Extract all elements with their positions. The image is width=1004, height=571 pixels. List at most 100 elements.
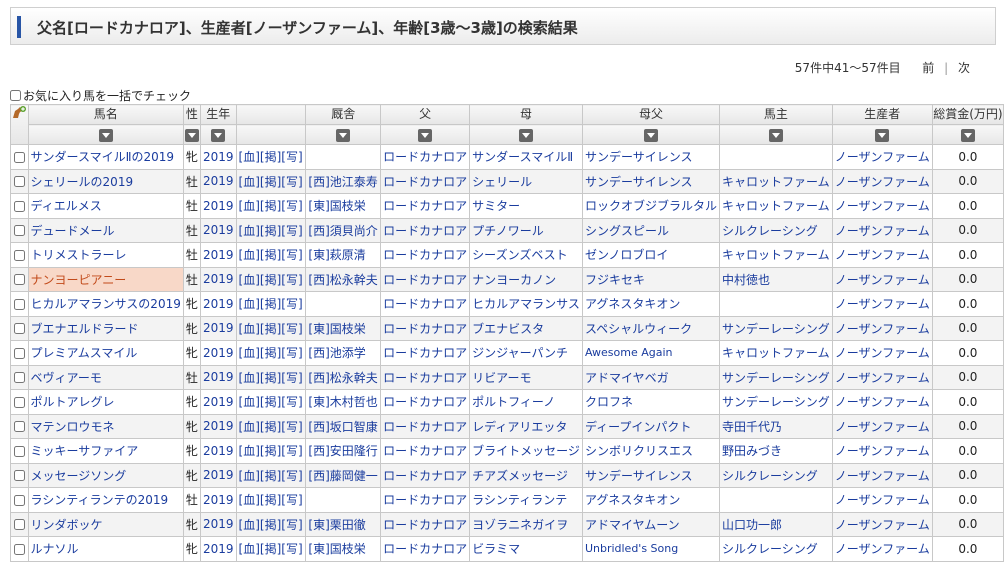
blood-link[interactable]: [血] (239, 444, 260, 458)
favorite-checkbox[interactable] (13, 225, 25, 237)
sort-earnings[interactable] (931, 124, 1004, 145)
post-link[interactable]: [掲] (260, 224, 281, 238)
photo-link[interactable]: [写] (281, 273, 302, 287)
stable-link[interactable]: [東]栗田徹 (308, 518, 365, 532)
horse-name-link[interactable]: ミッキーサファイア (31, 444, 139, 458)
bulk-favorite-checkbox[interactable] (10, 90, 21, 101)
favorite-checkbox[interactable] (13, 421, 25, 433)
blood-link[interactable]: [血] (239, 150, 260, 164)
dam-link[interactable]: ナンヨーカノン (472, 273, 556, 287)
blood-link[interactable]: [血] (239, 542, 260, 556)
sire-link[interactable]: ロードカナロア (383, 273, 467, 287)
sort-sire[interactable] (380, 124, 471, 145)
stable-link[interactable]: [西]安田隆行 (308, 444, 377, 458)
favorite-checkbox[interactable] (13, 372, 25, 384)
dam-link[interactable]: リビアーモ (472, 371, 531, 385)
sort-breeder[interactable] (831, 124, 933, 145)
post-link[interactable]: [掲] (260, 346, 281, 360)
sort-down-icon[interactable] (418, 128, 433, 142)
sort-year[interactable] (199, 124, 237, 145)
broodmare-sire-link[interactable]: シングスピール (585, 224, 669, 238)
photo-link[interactable]: [写] (281, 395, 302, 409)
post-link[interactable]: [掲] (260, 371, 281, 385)
breeder-link[interactable]: ノーザンファーム (835, 395, 930, 409)
favorite-checkbox[interactable] (13, 176, 25, 188)
horse-name-link[interactable]: ブエナエルドラード (31, 322, 139, 336)
year-link[interactable]: 2019 (203, 272, 234, 286)
photo-link[interactable]: [写] (281, 469, 302, 483)
broodmare-sire-link[interactable]: クロフネ (585, 395, 633, 409)
horse-name-link[interactable]: ラシンティランテの2019 (31, 493, 169, 507)
favorite-checkbox[interactable] (13, 151, 25, 163)
breeder-link[interactable]: ノーザンファーム (835, 297, 930, 311)
photo-link[interactable]: [写] (281, 248, 302, 262)
stable-link[interactable]: [東]国枝栄 (308, 542, 365, 556)
year-link[interactable]: 2019 (203, 346, 234, 360)
year-link[interactable]: 2019 (203, 542, 234, 556)
blood-link[interactable]: [血] (239, 493, 260, 507)
post-link[interactable]: [掲] (260, 395, 281, 409)
year-link[interactable]: 2019 (203, 297, 234, 311)
broodmare-sire-link[interactable]: サンデーサイレンス (585, 469, 693, 483)
post-link[interactable]: [掲] (260, 518, 281, 532)
horse-name-link[interactable]: プレミアムスマイル (31, 346, 138, 360)
owner-link[interactable]: サンデーレーシング (722, 395, 830, 409)
stable-link[interactable]: [西]藤岡健一 (308, 469, 377, 483)
favorite-checkbox[interactable] (13, 274, 25, 286)
favorite-checkbox[interactable] (13, 470, 25, 482)
photo-link[interactable]: [写] (281, 150, 302, 164)
sire-link[interactable]: ロードカナロア (383, 150, 467, 164)
horse-name-link[interactable]: トリメストラーレ (31, 248, 127, 262)
dam-link[interactable]: シェリール (472, 175, 532, 189)
breeder-link[interactable]: ノーザンファーム (835, 273, 930, 287)
dam-link[interactable]: ポルトフィーノ (472, 395, 555, 409)
owner-link[interactable]: 中村徳也 (722, 273, 770, 287)
broodmare-sire-link[interactable]: ロックオブジブラルタル (585, 199, 717, 213)
horse-name-link[interactable]: メッセージソング (31, 469, 127, 483)
year-link[interactable]: 2019 (203, 493, 234, 507)
stable-link[interactable]: [東]萩原清 (308, 248, 365, 262)
horse-name-link[interactable]: マテンロウモネ (31, 420, 115, 434)
owner-link[interactable]: サンデーレーシング (722, 371, 830, 385)
year-link[interactable]: 2019 (203, 444, 234, 458)
year-link[interactable]: 2019 (203, 223, 234, 237)
sire-link[interactable]: ロードカナロア (383, 371, 467, 385)
sort-down-icon[interactable] (211, 128, 226, 142)
sire-link[interactable]: ロードカナロア (383, 420, 467, 434)
owner-link[interactable]: 山口功一郎 (722, 518, 782, 532)
blood-link[interactable]: [血] (239, 224, 260, 238)
horse-name-link[interactable]: ルナソル (31, 542, 79, 556)
blood-link[interactable]: [血] (239, 297, 260, 311)
broodmare-sire-link[interactable]: アグネスタキオン (585, 493, 680, 507)
sort-name[interactable] (27, 124, 184, 145)
photo-link[interactable]: [写] (281, 493, 302, 507)
photo-link[interactable]: [写] (281, 420, 302, 434)
photo-link[interactable]: [写] (281, 297, 302, 311)
sire-link[interactable]: ロードカナロア (383, 224, 467, 238)
broodmare-sire-link[interactable]: ゼンノロブロイ (585, 248, 668, 262)
sire-link[interactable]: ロードカナロア (383, 248, 467, 262)
broodmare-sire-link[interactable]: シンボリクリスエス (585, 444, 693, 458)
owner-link[interactable]: シルクレーシング (722, 542, 818, 556)
broodmare-sire-link[interactable]: Unbridled's Song (585, 542, 678, 555)
sort-sex[interactable] (182, 124, 201, 145)
photo-link[interactable]: [写] (281, 346, 302, 360)
sort-down-icon[interactable] (336, 128, 351, 142)
dam-link[interactable]: ブライトメッセージ (472, 444, 580, 458)
sire-link[interactable]: ロードカナロア (383, 444, 467, 458)
owner-link[interactable]: キャロットファーム (722, 199, 830, 213)
horse-name-link[interactable]: ベヴィアーモ (31, 371, 102, 385)
bulk-favorite-check[interactable]: お気に入り馬を一括でチェック (10, 87, 191, 104)
blood-link[interactable]: [血] (239, 469, 260, 483)
dam-link[interactable]: レディアリエッタ (472, 420, 567, 434)
stable-link[interactable]: [東]国枝栄 (308, 199, 365, 213)
dam-link[interactable]: サミター (472, 199, 520, 213)
breeder-link[interactable]: ノーザンファーム (835, 542, 930, 556)
photo-link[interactable]: [写] (281, 175, 302, 189)
horse-name-link[interactable]: ポルトアレグレ (31, 395, 115, 409)
sire-link[interactable]: ロードカナロア (383, 493, 467, 507)
breeder-link[interactable]: ノーザンファーム (835, 469, 930, 483)
post-link[interactable]: [掲] (260, 444, 281, 458)
dam-link[interactable]: ビラミマ (472, 542, 520, 556)
year-link[interactable]: 2019 (203, 419, 234, 433)
